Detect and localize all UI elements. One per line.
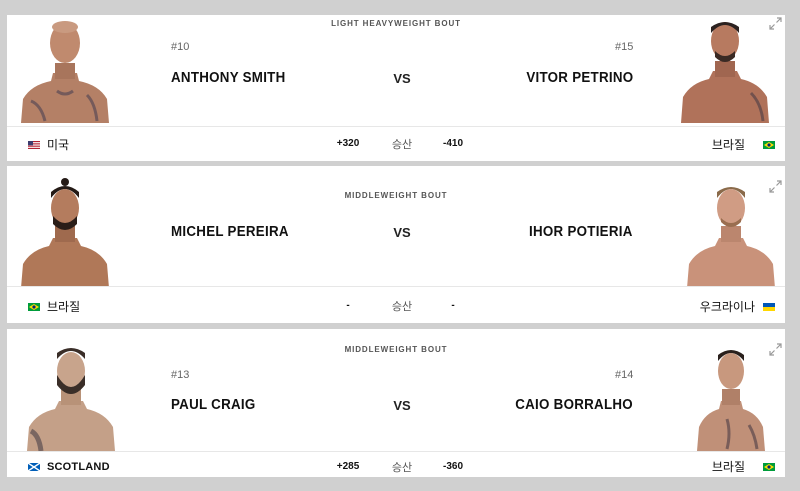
red-fighter-odds: -	[346, 300, 350, 311]
bout-card[interactable]: MIDDLEWEIGHT BOUT MICHEL PEREIRA VS IHOR…	[7, 166, 785, 323]
blue-fighter-odds: -410	[442, 138, 463, 149]
blue-fighter-odds: -	[451, 300, 455, 311]
red-fighter-odds: +320	[336, 138, 360, 149]
brazil-flag-icon	[763, 463, 775, 471]
blue-fighter-country: 브라질	[711, 460, 745, 474]
blue-fighter-country: 우크라이나	[699, 300, 755, 314]
expand-icon[interactable]	[769, 180, 782, 193]
blue-fighter-rank: #14	[615, 369, 634, 381]
red-fighter-photo[interactable]	[17, 15, 113, 123]
red-fighter-rank: #13	[171, 369, 190, 381]
blue-fighter-name[interactable]: IHOR POTIERIA	[529, 224, 633, 240]
red-fighter-country: SCOTLAND	[47, 461, 110, 473]
blue-fighter-photo[interactable]	[683, 178, 779, 288]
expand-icon[interactable]	[769, 343, 782, 356]
blue-fighter-country: 브라질	[711, 138, 745, 152]
bout-card[interactable]: LIGHT HEAVYWEIGHT BOUT #10 ANTHONY SMITH…	[7, 15, 785, 161]
odds-row: 브라질 - 승산 - 우크라이나	[7, 286, 785, 320]
bout-weight-class: MIDDLEWEIGHT BOUT	[344, 345, 448, 354]
red-fighter-name[interactable]: ANTHONY SMITH	[171, 70, 286, 86]
blue-fighter-rank: #15	[615, 41, 634, 53]
odds-row: 미국 +320 승산 -410 브라질	[7, 126, 785, 160]
vs-label: VS	[393, 225, 411, 240]
bout-card[interactable]: MIDDLEWEIGHT BOUT #13 PAUL CRAIG VS #14 …	[7, 329, 785, 477]
red-fighter-rank: #10	[171, 41, 190, 53]
blue-fighter-name[interactable]: VITOR PETRINO	[526, 70, 633, 86]
brazil-flag-icon	[763, 141, 775, 149]
red-fighter-country: 미국	[47, 138, 70, 152]
bout-weight-class: MIDDLEWEIGHT BOUT	[344, 191, 448, 200]
odds-label: 승산	[391, 462, 413, 474]
red-fighter-photo[interactable]	[17, 178, 113, 288]
blue-fighter-photo[interactable]	[677, 15, 773, 123]
ukraine-flag-icon	[763, 303, 775, 311]
red-fighter-name[interactable]: MICHEL PEREIRA	[171, 224, 289, 240]
blue-fighter-odds: -360	[442, 461, 463, 472]
bout-weight-class: LIGHT HEAVYWEIGHT BOUT	[331, 19, 461, 28]
blue-fighter-name[interactable]: CAIO BORRALHO	[515, 397, 633, 413]
red-fighter-name[interactable]: PAUL CRAIG	[171, 397, 256, 413]
red-fighter-country: 브라질	[47, 300, 81, 314]
red-fighter-odds: +285	[336, 461, 360, 472]
red-fighter-photo[interactable]	[23, 341, 119, 451]
odds-label: 승산	[391, 139, 413, 151]
odds-row: SCOTLAND +285 승산 -360 브라질	[7, 451, 785, 477]
vs-label: VS	[393, 398, 411, 413]
brazil-flag-icon	[28, 303, 40, 311]
expand-icon[interactable]	[769, 17, 782, 30]
blue-fighter-photo[interactable]	[683, 341, 779, 451]
vs-label: VS	[393, 71, 411, 86]
scotland-flag-icon	[28, 463, 40, 471]
odds-label: 승산	[391, 301, 413, 313]
usa-flag-icon	[28, 141, 40, 149]
